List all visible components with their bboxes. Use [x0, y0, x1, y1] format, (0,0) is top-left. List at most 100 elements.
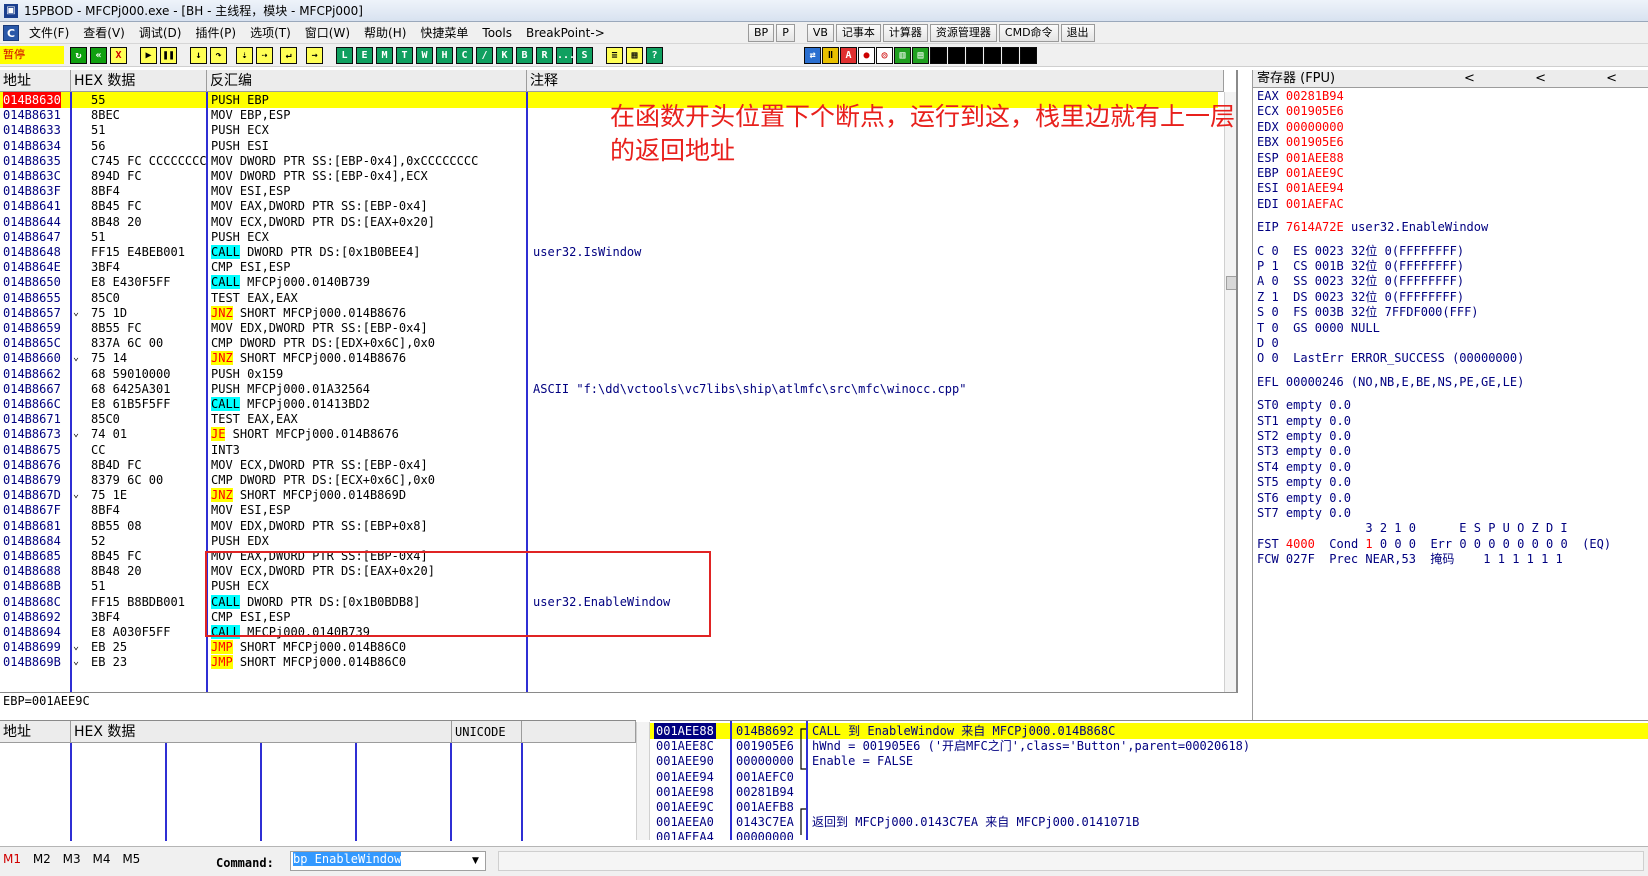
disasm-row[interactable]: 014B8667 68 6425A301 PUSH MFCPj000.01A3256…	[0, 381, 1218, 397]
menu-options[interactable]: 选项(T)	[243, 24, 298, 41]
register-ebp[interactable]: EBP 001AEE9C	[1257, 165, 1344, 181]
disasm-row[interactable]: 014B8648 FF15 E4BEB001 CALL DWORD PTR DS:[…	[0, 244, 1218, 260]
call-stack-icon[interactable]: K	[496, 47, 513, 64]
step-into-icon[interactable]: ↓	[190, 47, 207, 64]
menu-debug[interactable]: 调试(D)	[132, 24, 189, 41]
tab-m2[interactable]: M2	[33, 852, 51, 866]
disasm-row[interactable]: 014B8655 85C0 TEST EAX,EAX	[0, 290, 1218, 306]
chevron-down-icon[interactable]: ▼	[472, 856, 479, 866]
stack-pane[interactable]: 001AEE88 014B8692 CALL 到 EnableWindow 来自 M…	[650, 720, 1648, 840]
menu-window[interactable]: 窗口(W)	[298, 24, 357, 41]
menu-tools[interactable]: Tools	[475, 26, 519, 40]
black-slot-4-icon[interactable]	[984, 47, 1001, 64]
disasm-row[interactable]: 014B8641 8B45 FC MOV EAX,DWORD PTR SS:[EBP…	[0, 198, 1218, 214]
disasm-row[interactable]: 014B8673 ⌄ 74 01 JE SHORT MFCPj000.014B8676	[0, 426, 1218, 442]
bp-button[interactable]: BP	[748, 24, 775, 42]
references-icon[interactable]: R	[536, 47, 553, 64]
pause-alt-icon[interactable]: ǁ	[822, 47, 839, 64]
cmd-button[interactable]: CMD命令	[998, 24, 1059, 42]
black-slot-5-icon[interactable]	[1002, 47, 1019, 64]
exit-button[interactable]: 退出	[1060, 24, 1095, 42]
notepad-button[interactable]: 记事本	[835, 24, 881, 42]
goto-icon[interactable]: →	[306, 47, 323, 64]
disasm-row[interactable]: 014B865C 837A 6C 00 CMP DWORD PTR DS:[EDX+…	[0, 335, 1218, 351]
black-slot-6-icon[interactable]	[1020, 47, 1037, 64]
disasm-row[interactable]: 014B8699 ⌄ EB 25 JMP SHORT MFCPj000.014B86C…	[0, 639, 1218, 655]
black-slot-2-icon[interactable]	[948, 47, 965, 64]
disasm-row[interactable]: 014B8650 E8 E430F5FF CALL MFCPj000.0140B73…	[0, 274, 1218, 290]
tab-m4[interactable]: M4	[92, 852, 110, 866]
flag-segment-row[interactable]: Z 1 DS 0023 32位 0(FFFFFFFF)	[1257, 289, 1464, 305]
tab-m3[interactable]: M3	[63, 852, 81, 866]
tab-m1[interactable]: M1	[3, 852, 21, 866]
registers-nav-arrows[interactable]: < < <	[1464, 70, 1645, 88]
flag-segment-row[interactable]: S 0 FS 003B 32位 7FFDF000(FFF)	[1257, 304, 1479, 320]
menu-file[interactable]: 文件(F)	[22, 24, 76, 41]
executables-icon[interactable]: E	[356, 47, 373, 64]
calculator-button[interactable]: 计算器	[882, 24, 928, 42]
explorer-button[interactable]: 资源管理器	[929, 24, 997, 42]
system-menu-icon[interactable]: C	[3, 24, 19, 41]
windows-icon[interactable]: W	[416, 47, 433, 64]
scroll-thumb[interactable]	[1226, 276, 1236, 290]
fcw-row[interactable]: FCW 027F Prec NEAR,53 掩码 1 1 1 1 1 1	[1257, 551, 1563, 567]
disasm-row[interactable]: 014B8647 51 PUSH ECX	[0, 229, 1218, 245]
fpu-register-row[interactable]: ST0 empty 0.0	[1257, 397, 1351, 413]
disasm-row[interactable]: 014B8681 8B55 08 MOV EDX,DWORD PTR SS:[EBP…	[0, 518, 1218, 534]
disasm-row[interactable]: 014B864E 3BF4 CMP ESI,ESP	[0, 259, 1218, 275]
disasm-row[interactable]: 014B867D ⌄ 75 1E JNZ SHORT MFCPj000.014B869…	[0, 487, 1218, 503]
registers-header[interactable]: 寄存器 (FPU) < < <	[1253, 70, 1648, 88]
registers-pane[interactable]: 寄存器 (FPU) < < < EAX 00281B94 ECX 001905E6…	[1252, 70, 1648, 720]
disasm-row[interactable]: 014B866C E8 61B5F5FF CALL MFCPj000.01413BD…	[0, 396, 1218, 412]
handles-icon[interactable]: H	[436, 47, 453, 64]
register-eax[interactable]: EAX 00281B94	[1257, 88, 1344, 104]
flag-segment-row[interactable]: C 0 ES 0023 32位 0(FFFFFFFF)	[1257, 243, 1464, 259]
col-header-address[interactable]: 地址	[0, 70, 71, 92]
register-ebx[interactable]: EBX 001905E6	[1257, 134, 1344, 150]
target-icon[interactable]: ◎	[876, 47, 893, 64]
vb-button[interactable]: VB	[806, 24, 834, 42]
grid-icon[interactable]: ▦	[626, 47, 643, 64]
source-icon[interactable]: S	[576, 47, 593, 64]
eflags-row[interactable]: EFL 00000246 (NO,NB,E,BE,NS,PE,GE,LE)	[1257, 374, 1524, 390]
fpu-register-row[interactable]: ST2 empty 0.0	[1257, 428, 1351, 444]
fpu-register-row[interactable]: ST5 empty 0.0	[1257, 474, 1351, 490]
trace-over-icon[interactable]: ⇢	[256, 47, 273, 64]
list-icon[interactable]: ≡	[606, 47, 623, 64]
stack-scrollbar[interactable]	[636, 722, 650, 840]
register-eip[interactable]: EIP 7614A72E user32.EnableWindow	[1257, 219, 1488, 235]
rewind-icon[interactable]: «	[90, 47, 107, 64]
menu-help[interactable]: 帮助(H)	[357, 24, 413, 41]
disasm-row[interactable]: 014B8657 ⌄ 75 1D JNZ SHORT MFCPj000.014B867…	[0, 305, 1218, 321]
menu-shortcuts[interactable]: 快捷菜单	[413, 24, 475, 41]
flag-segment-row[interactable]: A 0 SS 0023 32位 0(FFFFFFFF)	[1257, 273, 1464, 289]
log-window-icon[interactable]: L	[336, 47, 353, 64]
fpu-register-row[interactable]: ST7 empty 0.0	[1257, 505, 1351, 521]
help-icon[interactable]: ?	[646, 47, 663, 64]
col-header-comment[interactable]: 注释	[527, 70, 1224, 92]
flag-segment-row[interactable]: T 0 GS 0000 NULL	[1257, 320, 1380, 336]
dump-pane[interactable]: 地址 HEX 数据 UNICODE	[0, 720, 636, 841]
fst-row[interactable]: FST 4000 Cond 1 0 0 0 Err 0 0 0 0 0 0 0 …	[1257, 536, 1611, 552]
patches-icon[interactable]: /	[476, 47, 493, 64]
table-icon[interactable]: ▤	[912, 47, 929, 64]
disasm-row[interactable]: 014B863F 8BF4 MOV ESI,ESP	[0, 183, 1218, 199]
p-button[interactable]: P	[776, 24, 795, 42]
trace-into-icon[interactable]: ⇣	[236, 47, 253, 64]
disasm-row[interactable]: 014B8659 8B55 FC MOV EDX,DWORD PTR SS:[EBP…	[0, 320, 1218, 336]
menu-view[interactable]: 查看(V)	[76, 24, 132, 41]
fpu-register-row[interactable]: ST1 empty 0.0	[1257, 413, 1351, 429]
disasm-row[interactable]: 014B863C 894D FC MOV DWORD PTR SS:[EBP-0x4…	[0, 168, 1218, 184]
breakpoints-icon[interactable]: B	[516, 47, 533, 64]
fpu-register-row[interactable]: ST3 empty 0.0	[1257, 443, 1351, 459]
register-ecx[interactable]: ECX 001905E6	[1257, 103, 1344, 119]
fpu-register-row[interactable]: ST6 empty 0.0	[1257, 490, 1351, 506]
dump-col-address[interactable]: 地址	[0, 721, 71, 743]
dump-col-unicode[interactable]: UNICODE	[452, 721, 522, 743]
threads-icon[interactable]: T	[396, 47, 413, 64]
menu-plugins[interactable]: 插件(P)	[188, 24, 243, 41]
memory-map-icon[interactable]: M	[376, 47, 393, 64]
cpu-icon[interactable]: C	[456, 47, 473, 64]
disasm-row[interactable]: 014B869B ⌄ EB 23 JMP SHORT MFCPj000.014B86C…	[0, 654, 1218, 670]
run-trace-icon[interactable]: ...	[556, 47, 575, 64]
